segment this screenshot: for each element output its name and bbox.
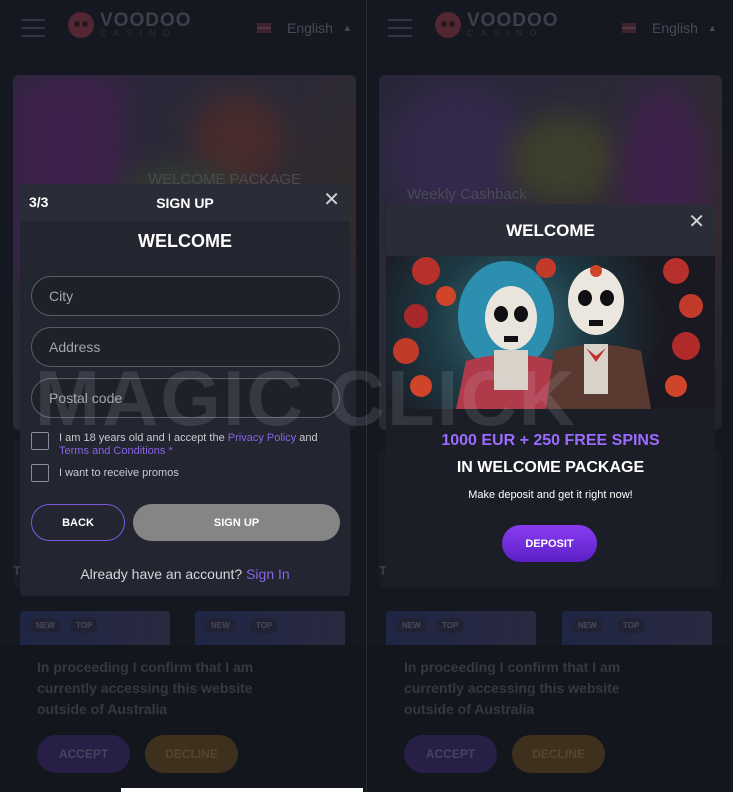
promos-row: I want to receive promos — [31, 464, 179, 482]
back-button[interactable]: BACK — [31, 504, 125, 541]
promos-checkbox[interactable] — [31, 464, 49, 482]
close-icon[interactable]: ✕ — [688, 212, 705, 232]
city-placeholder: City — [49, 288, 74, 304]
postal-code-placeholder: Postal code — [49, 390, 123, 406]
welcome-modal-header: WELCOME ✕ — [386, 204, 715, 256]
bonus-amount-text: 1000 EUR + 250 FREE SPINS — [441, 432, 660, 449]
deposit-button[interactable]: DEPOSIT — [502, 525, 597, 562]
already-account-row: Already have an account? Sign In — [20, 566, 350, 582]
age-terms-row: I am 18 years old and I accept the Priva… — [31, 432, 344, 458]
city-input[interactable]: City — [31, 276, 340, 316]
deposit-cta-text: Make deposit and get it right now! — [468, 489, 633, 501]
welcome-package-text: IN WELCOME PACKAGE — [456, 459, 645, 476]
required-mark: * — [165, 445, 173, 457]
sign-in-link[interactable]: Sign In — [246, 566, 290, 582]
welcome-title: WELCOME — [506, 221, 595, 240]
and-text: and — [296, 432, 318, 444]
age-terms-text: I am 18 years old and I accept the Priva… — [59, 432, 344, 458]
close-icon[interactable]: ✕ — [323, 190, 340, 210]
sugar-skull-couple-image — [386, 256, 715, 409]
age-text: I am 18 years old and I accept the — [59, 432, 228, 444]
privacy-policy-link[interactable]: Privacy Policy — [228, 432, 296, 444]
bottom-edge-strip — [121, 788, 363, 792]
signup-modal: 3/3 SIGN UP ✕ WELCOME City Address Posta… — [20, 184, 350, 596]
already-account-text: Already have an account? — [80, 566, 247, 582]
signup-modal-header: 3/3 SIGN UP ✕ — [20, 184, 350, 221]
skull-artwork — [393, 257, 703, 409]
age-terms-checkbox[interactable] — [31, 432, 49, 450]
terms-link[interactable]: Terms and Conditions — [59, 445, 165, 457]
screenshot-root: VOODOO CASINO English ▲ WELCOME PACKAGE … — [0, 0, 733, 792]
address-input[interactable]: Address — [31, 327, 340, 367]
postal-code-input[interactable]: Postal code — [31, 378, 340, 418]
promos-text: I want to receive promos — [59, 467, 179, 479]
welcome-modal: WELCOME ✕ 1000 EUR + 250 FREE SPINS IN W… — [386, 204, 715, 587]
signup-title: SIGN UP — [156, 195, 214, 211]
signup-button[interactable]: SIGN UP — [133, 504, 340, 541]
signup-welcome-heading: WELCOME — [138, 231, 232, 251]
address-placeholder: Address — [49, 339, 101, 355]
